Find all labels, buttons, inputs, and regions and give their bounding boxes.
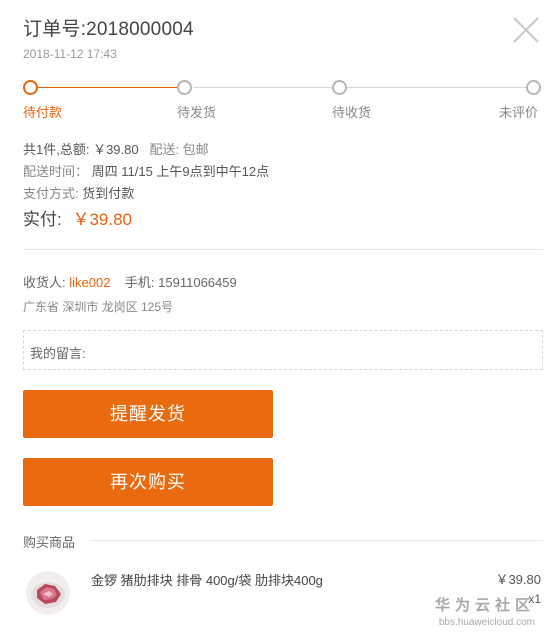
receiver-name-label: 收货人: (23, 275, 66, 290)
delivery-time-value: 周四 11/15 上午9点到中午12点 (91, 164, 270, 179)
paid-label: 实付: (23, 210, 62, 229)
paid-amount-row: 实付: ￥39.80 (23, 209, 269, 231)
product-thumbnail (26, 571, 70, 615)
receiver-phone: 15911066459 (158, 275, 237, 290)
product-quantity: x1 (528, 592, 541, 606)
total-amount: 共1件,总额: ￥39.80 (23, 142, 139, 157)
close-icon (513, 17, 539, 43)
divider (23, 249, 543, 250)
progress-step-dot-pending-receipt (332, 80, 347, 95)
progress-step-label: 待发货 (177, 105, 217, 120)
message-field[interactable]: 我的留言: (23, 330, 543, 370)
message-label: 我的留言: (30, 346, 86, 361)
receiver-address: 广东省 深圳市 龙岗区 125号 (23, 300, 174, 314)
progress-step-label: 待付款 (23, 105, 63, 120)
progress-step-dot-not-reviewed (526, 80, 541, 95)
purchased-items-title: 购买商品 (23, 535, 76, 550)
progress-step-dot-pending-payment (23, 80, 38, 95)
progress-step-label: 待收货 (332, 105, 372, 120)
delivery-time-label: 配送时间： (23, 164, 89, 179)
progress-step-label: 未评价 (499, 105, 539, 120)
progress-line-active (38, 87, 178, 88)
remind-shipment-button[interactable]: 提醒发货 (23, 390, 273, 438)
shipping-method: 配送: 包邮 (149, 142, 209, 157)
close-button[interactable] (510, 14, 542, 46)
order-number: 订单号:2018000004 (23, 19, 194, 40)
product-price: ￥39.80 (495, 572, 541, 587)
product-name[interactable]: 金锣 猪肋排块 排骨 400g/袋 肋排块400g (91, 570, 323, 589)
payment-method-value: 货到付款 (82, 186, 135, 201)
receiver-name: like002 (69, 275, 111, 290)
progress-step-dot-pending-shipment (177, 80, 192, 95)
progress-line (193, 87, 332, 88)
progress-line (347, 87, 527, 88)
product-item[interactable]: 金锣 猪肋排块 排骨 400g/袋 肋排块400g ￥39.80 x1 (23, 564, 543, 624)
receiver-info: 收货人: like002 手机: 15911066459 广东省 深圳市 龙岗区… (23, 274, 237, 315)
payment-method-label: 支付方式: (23, 186, 79, 201)
receiver-phone-label: 手机: (124, 275, 155, 290)
paid-amount: ￥39.80 (72, 210, 133, 229)
order-time: 2018-11-12 17:43 (23, 47, 117, 61)
order-progress: 待付款 待发货 待收货 未评价 (23, 80, 545, 120)
order-header: 订单号:2018000004 2018-11-12 17:43 (23, 14, 194, 61)
buy-again-button[interactable]: 再次购买 (23, 458, 273, 506)
divider (90, 540, 543, 541)
order-summary: 共1件,总额: ￥39.80 配送: 包邮 配送时间： 周四 11/15 上午9… (23, 139, 269, 231)
